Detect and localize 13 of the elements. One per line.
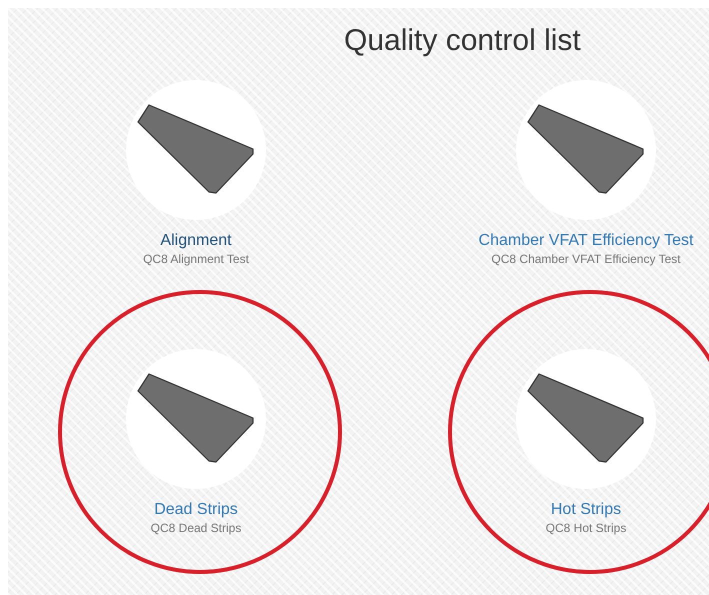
chamber-icon: [136, 373, 256, 465]
test-link[interactable]: Chamber VFAT Efficiency Test: [478, 232, 694, 250]
test-link[interactable]: Dead Strips: [154, 501, 238, 519]
test-description: QC8 Hot Strips: [546, 521, 626, 535]
chamber-icon: [526, 373, 646, 465]
test-description: QC8 Dead Strips: [150, 521, 242, 535]
test-description: QC8 Alignment Test: [143, 252, 249, 266]
test-link[interactable]: Hot Strips: [550, 501, 622, 519]
chamber-icon: [136, 104, 256, 196]
test-description: QC8 Chamber VFAT Efficiency Test: [491, 252, 681, 266]
page-title: Quality control list: [344, 24, 582, 58]
chamber-icon: [526, 104, 646, 196]
test-link[interactable]: Alignment: [160, 232, 232, 250]
